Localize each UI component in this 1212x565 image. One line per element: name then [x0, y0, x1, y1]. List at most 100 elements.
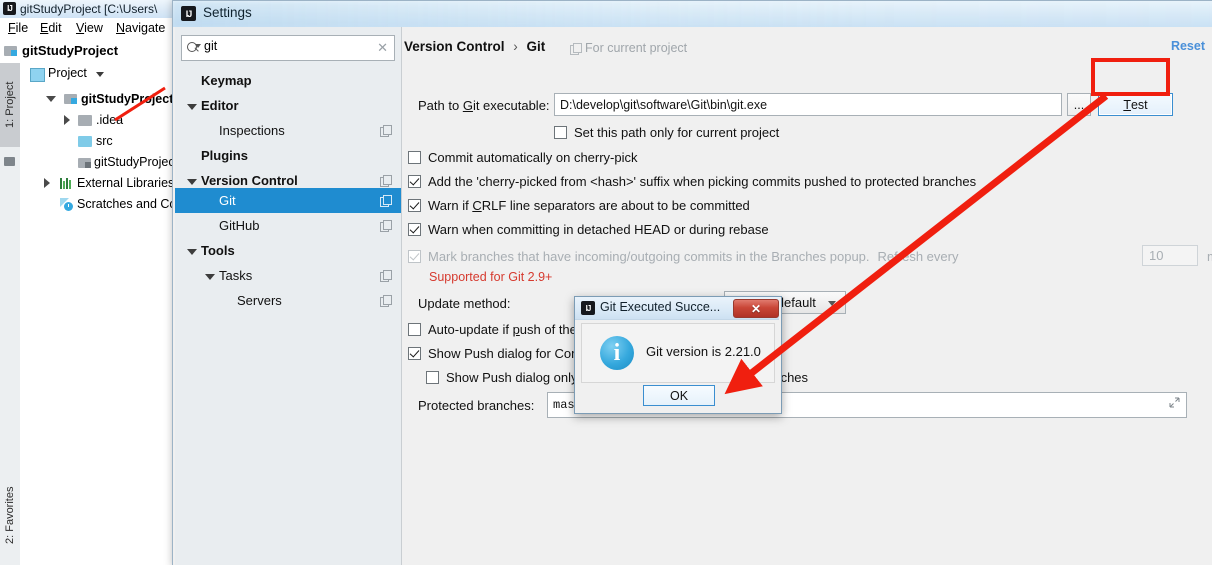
tree-label: src	[96, 134, 113, 148]
tree-row-module-file[interactable]: gitStudyProject	[20, 152, 178, 172]
copy-icon	[570, 43, 582, 55]
toolbar-project-name: gitStudyProject	[22, 43, 119, 58]
sidebar-item-label: Version Control	[201, 173, 298, 188]
aero-glass-blur	[173, 1, 1212, 27]
chevron-down-icon	[828, 301, 836, 306]
settings-titlebar: IJ Settings	[173, 1, 1212, 28]
intellij-idea-icon: IJ	[581, 301, 595, 315]
show-push-only-checkbox[interactable]	[426, 371, 439, 384]
for-current-project-label: For current project	[585, 41, 688, 55]
chevron-down-icon[interactable]	[187, 176, 197, 186]
test-button[interactable]: Test	[1098, 93, 1173, 116]
screenshot-root: IJ gitStudyProject [C:\Users\ ✕ File Edi…	[0, 0, 1212, 565]
folder-grey-icon	[78, 115, 92, 126]
warn-crlf-label: Warn if CRLF line separators are about t…	[428, 198, 750, 213]
warn-crlf-checkbox[interactable]	[408, 199, 421, 212]
breadcrumb-separator: ›	[513, 39, 518, 54]
add-cherrypicked-suffix-label: Add the 'cherry-picked from <hash>' suff…	[428, 174, 977, 189]
add-cherrypicked-suffix-checkbox[interactable]	[408, 175, 421, 188]
module-folder-icon	[64, 93, 78, 105]
warn-detached-head-row[interactable]: Warn when committing in detached HEAD or…	[408, 222, 769, 237]
sidebar-item-label: Keymap	[201, 73, 252, 88]
add-cherrypicked-suffix-row[interactable]: Add the 'cherry-picked from <hash>' suff…	[408, 174, 976, 189]
mark-branches-row[interactable]: Mark branches that have incoming/outgoin…	[408, 249, 958, 264]
sidebar-item-label: Tasks	[219, 268, 253, 283]
sidebar-item-github[interactable]: GitHub	[175, 213, 401, 238]
warn-detached-head-checkbox[interactable]	[408, 223, 421, 236]
protected-branches-label: Protected branches:	[418, 398, 535, 413]
ok-button[interactable]: OK	[643, 385, 715, 406]
expand-icon[interactable]	[1169, 397, 1180, 408]
git-executable-path-input[interactable]: D:\develop\git\software\Git\bin\git.exe	[554, 93, 1062, 116]
menu-edit[interactable]: Edit	[36, 21, 66, 35]
sidebar-tab-favorites[interactable]: 2: Favorites	[0, 468, 20, 563]
auto-update-checkbox[interactable]	[408, 323, 421, 336]
tree-row-scratches[interactable]: Scratches and Con	[20, 194, 183, 214]
twisty-collapsed-icon[interactable]	[42, 178, 52, 188]
menu-view[interactable]: View	[72, 21, 107, 35]
show-push-dialog-checkbox[interactable]	[408, 347, 421, 360]
path-to-git-label: Path to Git executable:	[418, 98, 550, 113]
set-path-only-label: Set this path only for current project	[574, 125, 780, 140]
commit-auto-cherrypick-checkbox[interactable]	[408, 151, 421, 164]
sidebar-item-tools[interactable]: Tools	[175, 238, 401, 263]
chevron-down-icon[interactable]	[205, 271, 215, 281]
copy-icon	[380, 175, 392, 187]
copy-icon	[380, 270, 392, 282]
message-dialog-panel: i Git version is 2.21.0	[581, 323, 775, 383]
tree-row-idea[interactable]: .idea	[20, 110, 172, 130]
message-dialog-title: Git Executed Succe...	[600, 300, 721, 314]
sidebar-item-git[interactable]: Git	[175, 188, 401, 213]
tree-row-external-libraries[interactable]: External Libraries	[20, 173, 174, 193]
module-folder-icon	[4, 45, 18, 57]
sidebar-item-tasks[interactable]: Tasks	[175, 263, 401, 288]
warn-detached-head-label: Warn when committing in detached HEAD or…	[428, 222, 769, 237]
commit-auto-cherrypick-row[interactable]: Commit automatically on cherry-pick	[408, 150, 638, 165]
sidebar-item-inspections[interactable]: Inspections	[175, 118, 401, 143]
sidebar-item-label: Plugins	[201, 148, 248, 163]
tree-label: Scratches and Con	[77, 197, 184, 211]
module-file-icon	[78, 157, 92, 169]
message-dialog-text: Git version is 2.21.0	[646, 344, 761, 359]
settings-dialog: IJ Settings git ✕ Keymap Editor Inspecti…	[172, 0, 1212, 565]
menu-navigate[interactable]: Navigate	[112, 21, 169, 35]
project-tool-window: Project gitStudyProject .idea src gitStu…	[20, 63, 183, 565]
warn-crlf-row[interactable]: Warn if CRLF line separators are about t…	[408, 198, 750, 213]
tree-row-project[interactable]: gitStudyProject	[20, 89, 173, 109]
chevron-down-icon[interactable]	[187, 246, 197, 256]
copy-icon	[380, 195, 392, 207]
sidebar-tab-project[interactable]: 1: Project	[0, 63, 20, 147]
scratches-icon	[60, 198, 74, 211]
chevron-down-icon[interactable]	[96, 72, 104, 77]
project-panel-title: Project	[48, 66, 87, 80]
settings-search-field[interactable]: git ✕	[181, 35, 395, 61]
folder-blue-icon	[78, 136, 92, 147]
git-executed-dialog: IJ Git Executed Succe... ✕ i Git version…	[574, 296, 782, 414]
reset-link[interactable]: Reset	[1171, 39, 1205, 53]
menu-file[interactable]: File	[4, 21, 32, 35]
sidebar-item-label: Tools	[201, 243, 235, 258]
clear-search-icon[interactable]: ✕	[377, 40, 388, 55]
browse-button[interactable]: ...	[1067, 93, 1091, 116]
set-path-only-checkbox-row[interactable]: Set this path only for current project	[554, 125, 779, 140]
sidebar-item-label: GitHub	[219, 218, 260, 233]
sidebar-item-plugins[interactable]: Plugins	[175, 143, 401, 168]
settings-window-title: Settings	[203, 5, 252, 20]
info-icon: i	[600, 336, 634, 370]
sidebar-item-label: Editor	[201, 98, 239, 113]
minutes-label: minutes	[1207, 249, 1212, 264]
mark-branches-checkbox	[408, 250, 421, 263]
twisty-expanded-icon[interactable]	[46, 94, 56, 104]
twisty-collapsed-icon[interactable]	[62, 115, 72, 125]
message-dialog-close-button[interactable]: ✕	[733, 299, 779, 318]
breadcrumb-root[interactable]: Version Control	[404, 39, 505, 54]
set-path-only-checkbox[interactable]	[554, 126, 567, 139]
project-view-icon	[30, 68, 45, 82]
sidebar-item-editor[interactable]: Editor	[175, 93, 401, 118]
project-panel-header: Project	[20, 63, 172, 85]
sidebar-item-keymap[interactable]: Keymap	[175, 68, 401, 93]
chevron-down-icon[interactable]	[187, 101, 197, 111]
sidebar-item-servers[interactable]: Servers	[175, 288, 401, 313]
tree-label: .idea	[96, 113, 124, 127]
tree-row-src[interactable]: src	[20, 131, 172, 151]
